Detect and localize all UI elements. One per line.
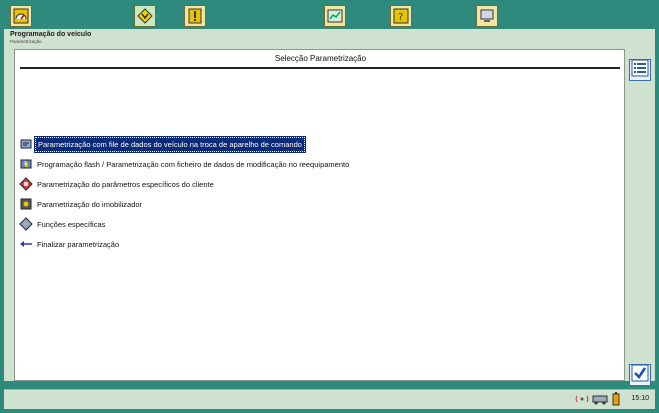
confirm-button[interactable] xyxy=(629,364,651,386)
gauge-icon xyxy=(13,8,29,24)
selection-panel: Selecção Parametrização Parametrização c… xyxy=(14,49,625,381)
menu-item-customer-params[interactable]: Parametrização do parâmetros específicos… xyxy=(19,175,216,193)
page-subtitle: Parametrização xyxy=(10,39,42,44)
menu-item-flash-programming[interactable]: Programação flash / Parametrização com f… xyxy=(19,155,351,173)
tab-programming[interactable] xyxy=(134,5,156,27)
menu-item-label: Funções específicas xyxy=(37,219,106,229)
tab-help[interactable]: ? xyxy=(390,5,412,27)
list-icon xyxy=(631,59,649,82)
tab-measure[interactable] xyxy=(184,5,206,27)
customer-params-icon xyxy=(19,177,33,191)
checkmark-icon xyxy=(631,364,649,387)
computer-icon xyxy=(479,8,495,24)
vehicle-data-icon xyxy=(19,137,33,151)
menu-item-label: Parametrização do parâmetros específicos… xyxy=(37,179,214,189)
help-icon: ? xyxy=(393,8,409,24)
page-title: Programação do veículo xyxy=(10,31,92,38)
panel-divider xyxy=(20,67,620,69)
tab-computer[interactable] xyxy=(476,5,498,27)
wireless-icon xyxy=(575,392,589,411)
svg-text:?: ? xyxy=(398,12,403,23)
flash-program-icon xyxy=(19,157,33,171)
menu-item-label: Finalizar parametrização xyxy=(37,239,120,249)
menu-item-immobilizer[interactable]: Parametrização do imobilizador xyxy=(19,195,144,213)
top-toolbar: ? xyxy=(4,3,655,29)
menu-item-label: Parametrização com file de dados do veíc… xyxy=(34,135,306,153)
program-arrow-icon xyxy=(137,8,153,24)
status-bar: 15:10 xyxy=(4,389,655,409)
list-view-button[interactable] xyxy=(629,59,651,81)
clock: 15:10 xyxy=(631,395,649,402)
back-arrow-icon xyxy=(19,237,33,251)
special-functions-icon xyxy=(19,217,33,231)
battery-icon xyxy=(611,392,621,411)
tab-operation[interactable] xyxy=(10,5,32,27)
content-area: Programação do veículo Parametrização Se… xyxy=(4,29,655,386)
exclamation-icon xyxy=(187,8,203,24)
menu-item-vehicle-data[interactable]: Parametrização com file de dados do veíc… xyxy=(19,135,306,153)
menu-item-label: Programação flash / Parametrização com f… xyxy=(37,159,350,169)
vehicle-connection-icon xyxy=(592,392,608,411)
menu-item-label: Parametrização do imobilizador xyxy=(37,199,143,209)
chart-icon xyxy=(327,8,343,24)
menu-item-special-functions[interactable]: Funções específicas xyxy=(19,215,107,233)
status-icons xyxy=(575,392,621,411)
immobilizer-icon xyxy=(19,197,33,211)
tab-chart[interactable] xyxy=(324,5,346,27)
menu-item-finish[interactable]: Finalizar parametrização xyxy=(19,235,121,253)
panel-title: Selecção Parametrização xyxy=(274,54,367,63)
